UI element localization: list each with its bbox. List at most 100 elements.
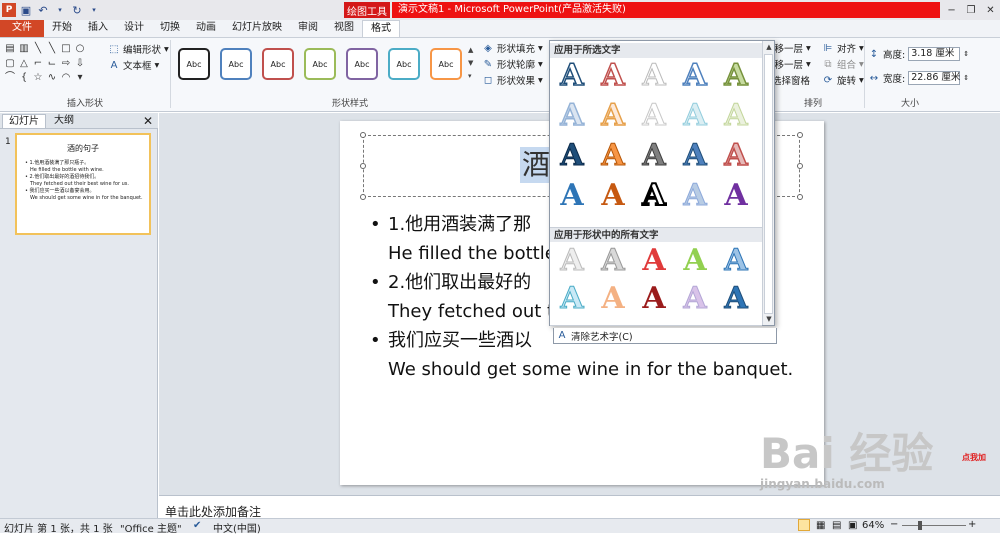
wordart-style[interactable]: A	[677, 98, 713, 133]
star-shape-icon[interactable]: ☆	[32, 72, 44, 84]
wordart-style[interactable]: A	[554, 243, 590, 278]
wordart-style[interactable]: A	[677, 281, 713, 316]
shape-style-orange[interactable]: Abc	[430, 48, 462, 80]
wordart-style[interactable]: A	[595, 243, 631, 278]
shape-effects-button[interactable]: ◻ 形状效果 ▾	[482, 73, 543, 88]
shape-outline-button[interactable]: ✎ 形状轮廓 ▾	[482, 57, 543, 72]
textbox-vertical-shape-icon[interactable]: ▥	[18, 43, 30, 55]
curve-shape-icon[interactable]: ⌒	[4, 72, 16, 84]
restore-icon[interactable]: ❐	[967, 5, 976, 16]
reading-view-icon[interactable]: ▤	[832, 520, 841, 531]
resize-handle[interactable]	[360, 194, 366, 200]
redo-icon[interactable]: ↻	[70, 3, 84, 17]
resize-handle[interactable]	[360, 163, 366, 169]
brace-shape-icon[interactable]: {	[18, 72, 30, 84]
wordart-style[interactable]: A	[718, 58, 754, 94]
tab-outline[interactable]: 大纲	[48, 114, 80, 128]
height-spinner[interactable]: ⇕	[963, 50, 969, 58]
wordart-style[interactable]: A	[554, 179, 590, 213]
wordart-style[interactable]: A	[595, 98, 631, 134]
tab-animations[interactable]: 动画	[188, 20, 224, 37]
dropdown-arrow-icon[interactable]: ▾	[53, 3, 67, 17]
tab-format[interactable]: 格式	[362, 20, 400, 37]
zoom-out-icon[interactable]: −	[890, 519, 898, 530]
arc-shape-icon[interactable]: ◠	[60, 72, 72, 84]
shape-style-black[interactable]: Abc	[178, 48, 210, 80]
scroll-thumb[interactable]	[764, 54, 773, 314]
resize-handle[interactable]	[797, 194, 803, 200]
gallery-scrollbar[interactable]: ▲ ▼	[762, 41, 774, 325]
elbow-connector-shape-icon[interactable]: ⌙	[46, 58, 58, 70]
wordart-style[interactable]: A	[677, 244, 713, 278]
wordart-style[interactable]: A	[677, 138, 713, 173]
wordart-style[interactable]: A	[677, 178, 713, 213]
wordart-style[interactable]: A	[636, 244, 672, 278]
tab-insert[interactable]: 插入	[80, 20, 116, 37]
wordart-style[interactable]: A	[595, 138, 631, 173]
scroll-up-icon[interactable]: ▲	[763, 41, 775, 53]
width-spinner[interactable]: ⇕	[963, 74, 969, 82]
width-input[interactable]: 22.86 厘米	[908, 71, 960, 85]
wordart-style[interactable]: A	[554, 138, 590, 173]
notes-pane[interactable]: 单击此处添加备注	[159, 495, 1000, 519]
wordart-style[interactable]: A	[718, 98, 754, 133]
wordart-style[interactable]: A	[636, 178, 672, 214]
shape-fill-button[interactable]: ◈ 形状填充 ▾	[482, 41, 543, 56]
close-icon[interactable]: ✕	[986, 5, 994, 16]
more-shapes-icon[interactable]: ▾	[74, 72, 86, 84]
tab-view[interactable]: 视图	[326, 20, 362, 37]
wordart-style[interactable]: A	[595, 58, 631, 94]
resize-handle[interactable]	[360, 132, 366, 138]
customize-qat-icon[interactable]: ▾	[87, 3, 101, 17]
tab-home[interactable]: 开始	[44, 20, 80, 37]
close-pane-icon[interactable]: ✕	[143, 114, 153, 128]
shape-style-blue[interactable]: Abc	[220, 48, 252, 80]
style-gallery-scroll[interactable]: ▲ ▼ ▾	[468, 44, 473, 83]
save-icon[interactable]: ▣	[19, 3, 33, 17]
rounded-rect-shape-icon[interactable]: ▢	[4, 58, 16, 70]
rectangle-shape-icon[interactable]: □	[60, 43, 72, 55]
triangle-shape-icon[interactable]: △	[18, 58, 30, 70]
shape-style-green[interactable]: Abc	[304, 48, 336, 80]
wordart-style[interactable]: A	[554, 58, 590, 94]
wordart-style[interactable]: A	[554, 281, 590, 316]
wordart-style[interactable]: A	[636, 98, 672, 133]
shape-style-purple[interactable]: Abc	[346, 48, 378, 80]
slide-title-selected-text[interactable]: 酒	[520, 147, 553, 183]
text-box-button[interactable]: A 文本框 ▾	[108, 58, 160, 73]
arrow-down-shape-icon[interactable]: ⇩	[74, 58, 86, 70]
resize-handle[interactable]	[797, 132, 803, 138]
clear-wordart-button[interactable]: A 清除艺术字(C)	[553, 328, 777, 344]
height-input[interactable]: 3.18 厘米	[908, 47, 961, 61]
wordart-style[interactable]: A	[554, 98, 590, 134]
wordart-style[interactable]: A	[718, 281, 754, 316]
textbox-shape-icon[interactable]: ▤	[4, 43, 16, 55]
connector-shape-icon[interactable]: ⌐	[32, 58, 44, 70]
promo-badge[interactable]: 点我加	[962, 452, 1000, 492]
shapes-gallery[interactable]: ▤ ▥ ╲ ╲ □ ○ ▢ △ ⌐ ⌙ ⇨ ⇩ ⌒ { ☆ ∿ ◠ ▾	[4, 43, 92, 85]
wordart-style[interactable]: A	[636, 282, 672, 316]
wordart-style[interactable]: A	[636, 58, 672, 93]
wordart-style[interactable]: A	[595, 179, 631, 213]
selection-pane-button[interactable]: 选择窗格	[772, 73, 810, 87]
wordart-style[interactable]: A	[718, 179, 754, 213]
tab-slideshow[interactable]: 幻灯片放映	[224, 20, 290, 37]
minimize-icon[interactable]: −	[947, 5, 955, 16]
tab-slides[interactable]: 幻灯片	[2, 114, 46, 128]
oval-shape-icon[interactable]: ○	[74, 43, 86, 55]
zoom-slider-thumb[interactable]	[918, 521, 922, 530]
group-button[interactable]: ⧉ 组合 ▾	[822, 57, 863, 72]
curve-shape-icon[interactable]: ∿	[46, 72, 58, 84]
shape-style-aqua[interactable]: Abc	[388, 48, 420, 80]
tab-design[interactable]: 设计	[116, 20, 152, 37]
edit-shape-button[interactable]: ⬚ 编辑形状 ▾	[108, 42, 169, 57]
resize-handle[interactable]	[797, 163, 803, 169]
slide-thumbnail[interactable]: 酒的句子 • 1.他用酒装满了那只瓶子。 He filled the bottl…	[15, 133, 151, 235]
wordart-style[interactable]: A	[718, 138, 754, 174]
line-shape-icon[interactable]: ╲	[46, 43, 58, 55]
wordart-style[interactable]: A	[677, 58, 713, 94]
align-button[interactable]: ⊫ 对齐 ▾	[822, 41, 864, 56]
slideshow-icon[interactable]: ▣	[848, 520, 857, 531]
line-shape-icon[interactable]: ╲	[32, 43, 44, 55]
rotate-button[interactable]: ⟳ 旋转 ▾	[822, 73, 864, 88]
